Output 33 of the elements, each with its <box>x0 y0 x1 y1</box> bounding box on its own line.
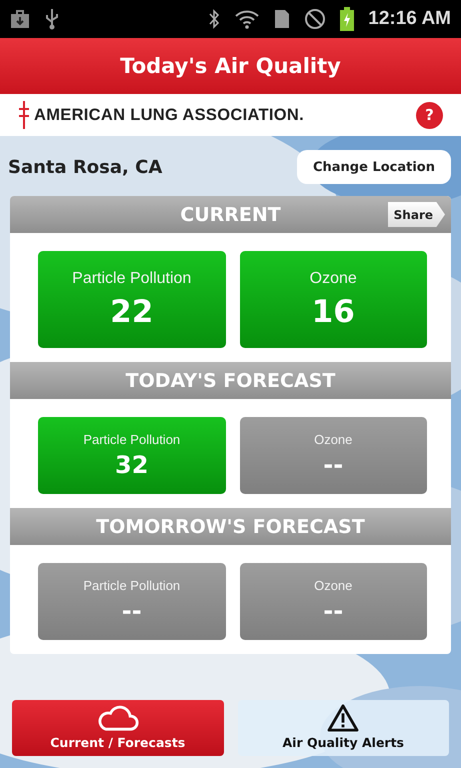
section-title: TODAY'S FORECAST <box>126 370 336 392</box>
pollutant-label: Ozone <box>310 270 357 288</box>
blocked-icon <box>304 8 326 30</box>
logo-text: AMERICAN LUNG ASSOCIATION. <box>34 106 304 124</box>
help-button[interactable]: ? <box>416 102 443 128</box>
wifi-icon <box>234 9 260 29</box>
location-name: Santa Rosa, CA <box>8 156 162 178</box>
usb-icon <box>44 8 60 30</box>
pollutant-value: -- <box>323 597 344 625</box>
pollutant-label: Ozone <box>314 578 352 593</box>
change-location-button[interactable]: Change Location <box>296 150 451 184</box>
section-title: CURRENT <box>180 204 281 226</box>
share-button[interactable]: Share <box>388 202 445 227</box>
section-title: TOMORROW'S FORECAST <box>96 516 365 538</box>
warning-icon <box>326 704 360 732</box>
screen-title: Today's Air Quality <box>120 54 341 78</box>
pollutant-label: Ozone <box>314 432 352 447</box>
clock-time: 12:16 AM <box>368 8 451 30</box>
battery-icon <box>340 7 354 31</box>
nav-tab[interactable]: Current / Forecasts <box>12 700 224 756</box>
pollutant-value: -- <box>323 451 344 479</box>
nav-tab[interactable]: Air Quality Alerts <box>238 700 449 756</box>
pollutant-value: 16 <box>312 294 355 330</box>
pollutant-label: Particle Pollution <box>83 432 180 447</box>
cross-icon <box>18 101 30 129</box>
pollutant-label: Particle Pollution <box>83 578 180 593</box>
pollutant-value: 32 <box>115 451 148 479</box>
pollutant-value: -- <box>122 597 142 625</box>
bluetooth-icon <box>208 9 220 29</box>
pollutant-value: 22 <box>110 294 154 330</box>
sim-card-icon <box>274 9 290 29</box>
download-icon <box>10 9 30 29</box>
pollutant-label: Particle Pollution <box>72 270 192 288</box>
